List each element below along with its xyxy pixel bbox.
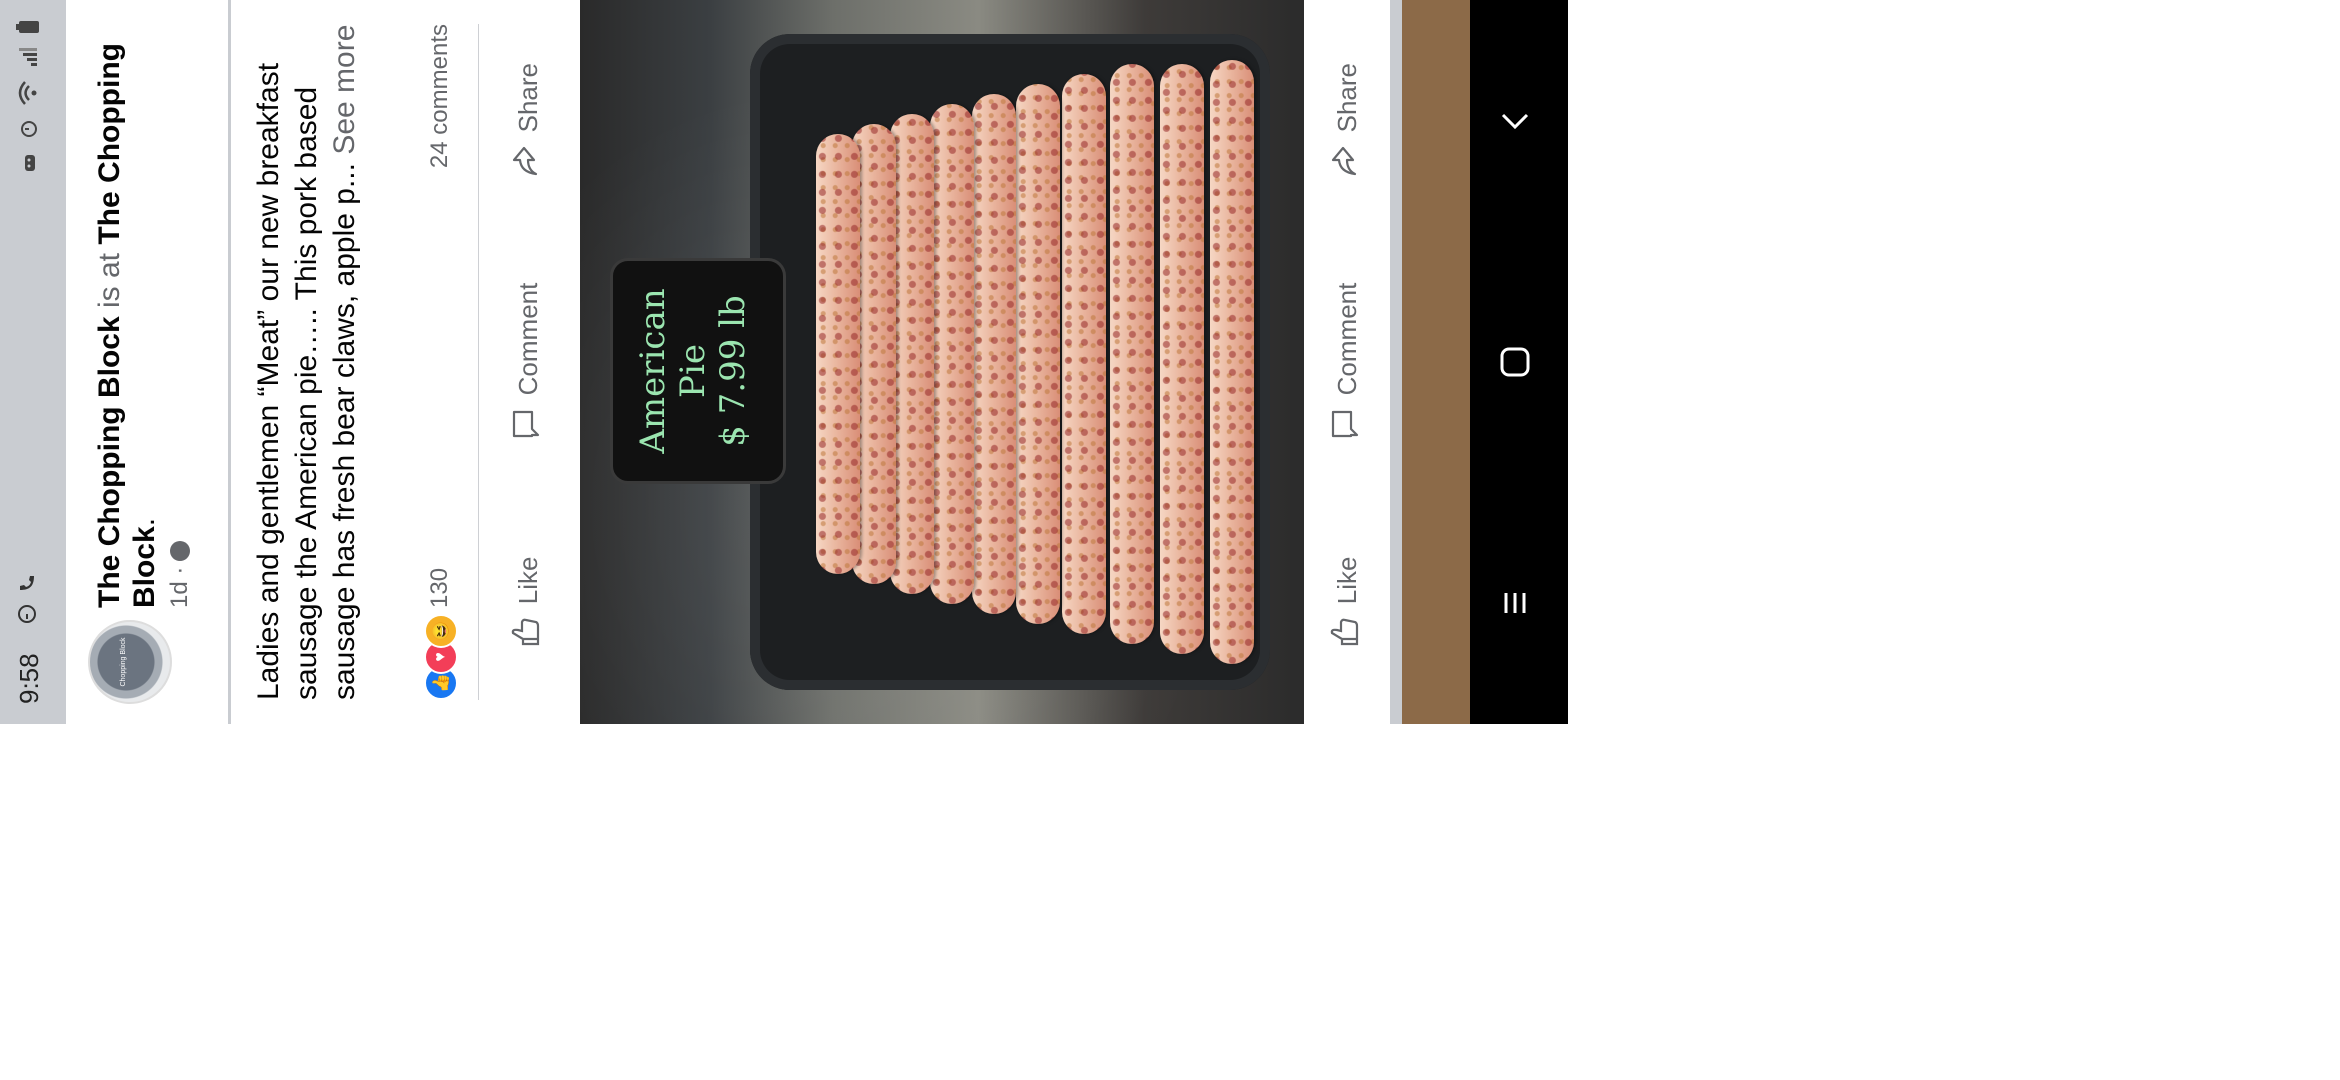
home-button[interactable] — [1497, 344, 1542, 380]
sausage — [1160, 64, 1204, 654]
phone-screen: 9:58 Chopping Block The Chopping Block i… — [0, 0, 1568, 724]
post-time[interactable]: 1d · — [166, 567, 194, 608]
android-icon — [17, 152, 44, 174]
next-post-actions: Like Comment Share — [1304, 0, 1390, 724]
sign-line-2: Pie — [673, 344, 713, 398]
status-icons-right — [16, 20, 45, 174]
post-text: Ladies and gentlemen “Meat” our new brea… — [250, 10, 364, 700]
comment-label: Comment — [512, 282, 543, 396]
post-title: The Chopping Block is at The Chopping Bl… — [92, 18, 162, 608]
like-label: Like — [1331, 556, 1362, 605]
like-button[interactable]: Like — [1304, 483, 1390, 724]
sausage — [890, 114, 934, 594]
post-body: Ladies and gentlemen “Meat” our new brea… — [252, 62, 361, 700]
post-photo[interactable]: American Pie $ 7.99 lb — [580, 0, 1304, 724]
comment-label: Comment — [1331, 282, 1362, 396]
status-time: 9:58 — [14, 653, 44, 704]
alarm-icon — [17, 604, 42, 624]
recents-button[interactable] — [1497, 585, 1542, 621]
sausage — [930, 104, 974, 604]
post-connector: is at — [93, 244, 126, 317]
share-icon — [1327, 144, 1368, 178]
call-forward-icon — [16, 572, 43, 594]
sausage — [972, 94, 1016, 614]
nav-bar — [1470, 0, 1568, 724]
reaction-icons[interactable]: 👍 ♥ 😆 — [424, 614, 458, 700]
sausage — [1210, 60, 1254, 664]
reactions-bar: 👍 ♥ 😆 130 24 comments — [420, 24, 460, 700]
sign-line-3: $ 7.99 lb — [713, 295, 753, 447]
like-button[interactable]: Like — [490, 483, 566, 724]
next-post-photo[interactable] — [1402, 0, 1470, 724]
haha-reaction-icon: 😆 — [424, 614, 458, 648]
sausage — [1016, 84, 1060, 624]
actions-separator — [478, 24, 479, 700]
comment-button[interactable]: Comment — [490, 241, 566, 482]
comments-count[interactable]: 24 comments — [426, 24, 454, 168]
sausage — [816, 134, 860, 574]
post-meta: 1d · — [166, 540, 194, 608]
author-link[interactable]: The Chopping Block — [93, 316, 126, 608]
avatar[interactable]: Chopping Block — [88, 620, 172, 704]
like-label: Like — [512, 556, 543, 605]
battery-icon — [16, 20, 45, 34]
wifi-icon — [17, 80, 44, 106]
price-sign: American Pie $ 7.99 lb — [610, 258, 786, 484]
price-sign-text: American Pie $ 7.99 lb — [633, 261, 753, 481]
globe-icon — [170, 540, 190, 561]
comment-icon — [1327, 407, 1368, 441]
status-icons-left — [16, 572, 43, 624]
back-button[interactable] — [1497, 103, 1542, 139]
sign-line-1: American — [633, 288, 673, 454]
share-label: Share — [1331, 62, 1362, 133]
post-header: Chopping Block The Chopping Block is at … — [66, 0, 228, 724]
see-more-link[interactable]: See more — [328, 25, 361, 155]
thumbs-up-icon — [508, 616, 549, 650]
sausage — [1062, 74, 1106, 634]
comment-button[interactable]: Comment — [1304, 241, 1390, 482]
post-actions: Like Comment Share — [490, 0, 566, 724]
share-button[interactable]: Share — [490, 0, 566, 241]
share-icon — [508, 144, 549, 178]
post-title-end: . — [128, 517, 161, 527]
thumbs-up-icon — [1327, 616, 1368, 650]
alarm-clock-icon — [17, 118, 44, 140]
comment-icon — [508, 407, 549, 441]
status-bar: 9:58 — [0, 0, 66, 724]
share-button[interactable]: Share — [1304, 0, 1390, 241]
divider — [228, 0, 231, 724]
share-label: Share — [512, 62, 543, 133]
signal-icon — [17, 46, 44, 68]
feed-divider — [1390, 0, 1402, 724]
avatar-logo-text: Chopping Block — [120, 637, 127, 687]
reaction-count[interactable]: 130 — [426, 568, 454, 608]
sausage — [1110, 64, 1154, 644]
